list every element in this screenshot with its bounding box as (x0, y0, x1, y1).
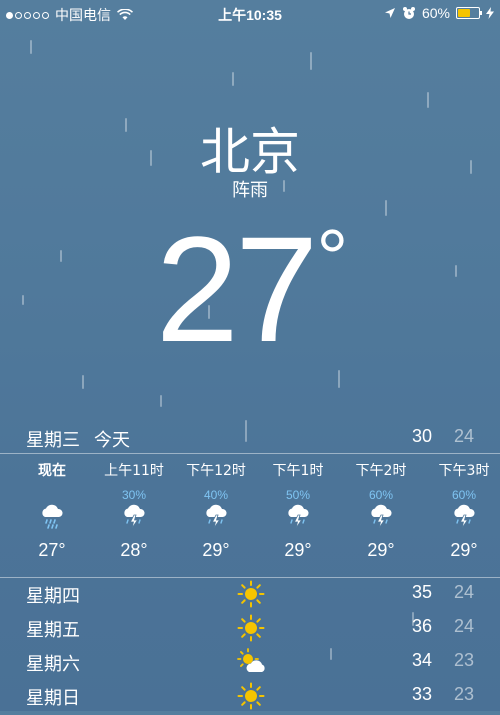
hourly-precip-chance: 60% (368, 488, 394, 502)
rain-cloud-icon (12, 502, 92, 530)
hourly-precip-chance (12, 488, 92, 502)
daily-forecast-row: 星期六 34 23 (0, 646, 500, 680)
daily-weekday: 星期六 (26, 654, 80, 675)
daily-low: 23 (453, 650, 474, 670)
alarm-clock-icon (402, 7, 415, 19)
hourly-precip-chance: 30% (121, 488, 147, 502)
battery-icon (456, 7, 482, 19)
thunderstorm-cloud-icon (424, 502, 500, 530)
partly-cloudy-icon (237, 648, 265, 676)
hourly-temperature: 27° (38, 540, 66, 560)
divider-top (0, 453, 500, 454)
battery-percent: 60% (421, 5, 450, 21)
hourly-item: 下午12时 40% 29° (176, 460, 256, 561)
thunderstorm-cloud-icon (258, 502, 338, 530)
degree-symbol: ° (316, 213, 348, 302)
daily-high: 36 (411, 616, 432, 636)
city-name: 北京 (200, 123, 300, 181)
thunderstorm-cloud-icon (176, 502, 256, 530)
hourly-precip-chance: 50% (285, 488, 311, 502)
daily-forecast-row: 星期五 36 24 (0, 612, 500, 646)
hourly-item: 下午3时 60% 29° (424, 460, 500, 561)
hourly-temperature: 28° (120, 540, 148, 560)
hourly-time: 下午2时 (355, 463, 407, 479)
hourly-item: 下午2时 60% 29° (341, 460, 421, 561)
daily-high: 33 (411, 684, 432, 704)
daily-low: 24 (453, 582, 474, 602)
daily-low: 23 (453, 684, 474, 704)
sun-icon (237, 682, 265, 710)
today-summary-row: 星期三 今天 30 24 (0, 424, 500, 452)
daily-weekday: 星期日 (26, 688, 80, 709)
sun-icon (237, 614, 265, 642)
thunderstorm-cloud-icon (94, 502, 174, 530)
today-low: 24 (453, 426, 474, 446)
status-bar: 中国电信 上午10:35 60% (0, 0, 500, 26)
hourly-precip-chance: 40% (203, 488, 229, 502)
hourly-time: 现在 (38, 463, 66, 479)
current-temperature: 27° (0, 214, 500, 364)
hourly-temperature: 29° (202, 540, 230, 560)
sun-icon (237, 580, 265, 608)
hourly-precip-chance: 60% (451, 488, 477, 502)
charging-bolt-icon (486, 7, 494, 19)
hourly-time: 下午12时 (186, 463, 246, 479)
hourly-temperature: 29° (367, 540, 395, 560)
hourly-temperature: 29° (284, 540, 312, 560)
hourly-item: 下午1时 50% 29° (258, 460, 338, 561)
weather-condition: 阵雨 (232, 180, 268, 201)
daily-high: 35 (411, 582, 432, 602)
thunderstorm-cloud-icon (341, 502, 421, 530)
today-label: 今天 (94, 430, 130, 451)
daily-weekday: 星期五 (26, 620, 80, 641)
current-temperature-value: 27 (155, 205, 319, 373)
today-weekday: 星期三 (26, 430, 80, 451)
hourly-time: 上午11时 (104, 463, 164, 479)
hourly-time: 下午1时 (272, 463, 324, 479)
location-arrow-icon (384, 8, 395, 18)
daily-weekday: 星期四 (26, 586, 80, 607)
daily-high: 34 (411, 650, 432, 670)
daily-low: 24 (453, 616, 474, 636)
hourly-forecast-strip[interactable]: 现在 27° 上午11时 30% 28° 下午12时 40% 29° 下午1时 50% 29° 下午2… (0, 460, 500, 578)
hourly-item: 上午11时 30% 28° (94, 460, 174, 561)
hourly-time: 下午3时 (438, 463, 490, 479)
today-high: 30 (411, 426, 432, 446)
hourly-temperature: 29° (450, 540, 478, 560)
daily-forecast-row: 星期日 33 23 (0, 680, 500, 714)
daily-forecast-row: 星期四 35 24 (0, 578, 500, 612)
hourly-item: 现在 27° (12, 460, 92, 561)
